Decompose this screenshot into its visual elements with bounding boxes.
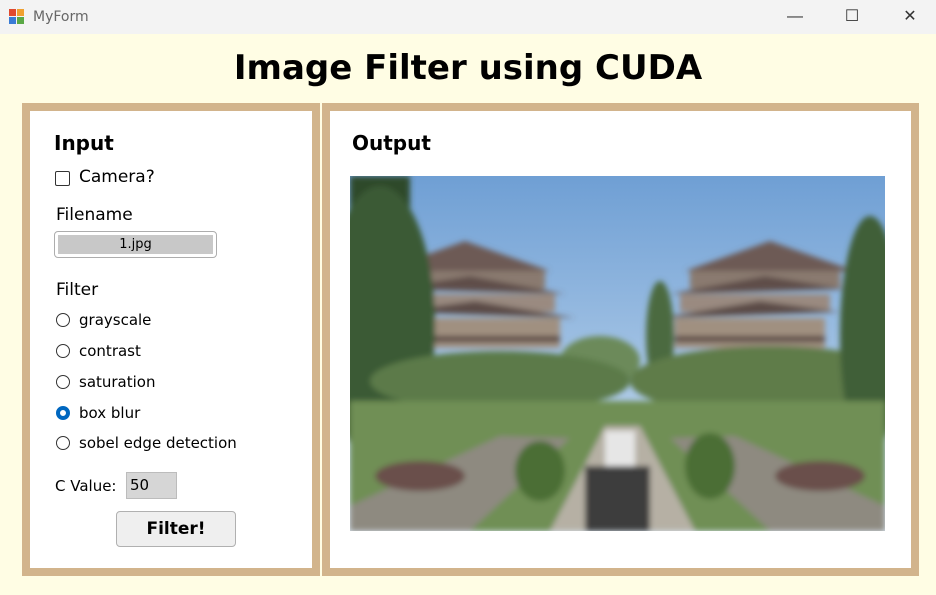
output-title: Output (352, 131, 431, 155)
c-value-label: C Value: (55, 477, 117, 495)
title-bar: MyForm — ☐ ✕ (0, 0, 936, 34)
radio-sobel-edge-detection[interactable] (56, 436, 70, 450)
app-icon (9, 9, 25, 25)
radio-saturation[interactable] (56, 375, 70, 389)
camera-label[interactable]: Camera? (79, 167, 155, 187)
window-title: MyForm (33, 9, 89, 25)
camera-checkbox[interactable] (55, 171, 70, 186)
filter-label: Filter (56, 280, 99, 300)
output-image (350, 176, 885, 531)
radio-label-sobel-edge-detection[interactable]: sobel edge detection (79, 434, 237, 452)
minimize-icon[interactable]: — (772, 0, 818, 34)
close-icon[interactable]: ✕ (887, 0, 933, 34)
radio-label-box-blur[interactable]: box blur (79, 404, 140, 422)
filter-button[interactable]: Filter! (116, 511, 236, 547)
blurred-campus-photo (350, 176, 885, 531)
input-title: Input (54, 131, 114, 155)
radio-box-blur[interactable] (56, 406, 70, 420)
c-value-input[interactable]: 50 (126, 472, 177, 499)
filename-label: Filename (56, 205, 133, 225)
radio-contrast[interactable] (56, 344, 70, 358)
filename-field[interactable]: 1.jpg (54, 231, 217, 258)
radio-label-grayscale[interactable]: grayscale (79, 311, 151, 329)
maximize-icon[interactable]: ☐ (829, 0, 875, 34)
page-title: Image Filter using CUDA (233, 48, 703, 88)
filename-value[interactable]: 1.jpg (58, 235, 213, 254)
radio-label-saturation[interactable]: saturation (79, 373, 156, 391)
radio-grayscale[interactable] (56, 313, 70, 327)
radio-label-contrast[interactable]: contrast (79, 342, 141, 360)
